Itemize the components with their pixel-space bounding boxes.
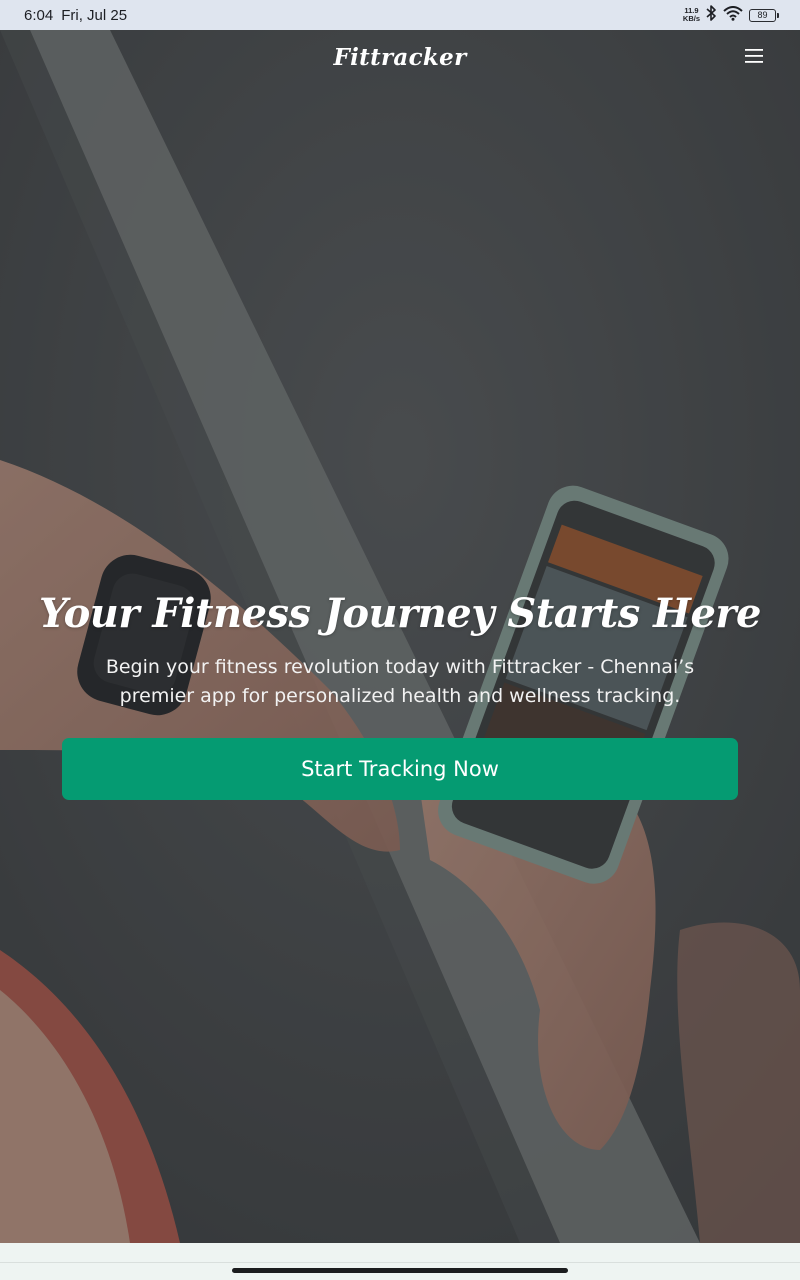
start-tracking-button[interactable]: Start Tracking Now <box>62 738 738 800</box>
hero-subtitle: Begin your fitness revolution today with… <box>105 656 695 707</box>
network-speed: 11.9 KB/s <box>683 7 700 23</box>
network-speed-unit: KB/s <box>682 14 700 23</box>
battery-icon: 89 <box>749 8 779 22</box>
hero-section: Fittracker Your Fitness Journey Starts H… <box>0 30 800 1243</box>
status-bar: 6:04 Fri, Jul 25 11.9 KB/s 89 <box>0 0 800 30</box>
battery-level: 89 <box>757 10 768 20</box>
status-date: Fri, Jul 25 <box>61 6 128 24</box>
hero-title: Your Fitness Journey Starts Here <box>39 590 761 637</box>
status-time: 6:04 <box>24 6 54 24</box>
hero-content: Your Fitness Journey Starts Here Begin y… <box>0 590 800 800</box>
bluetooth-icon <box>706 5 717 25</box>
brand-logo[interactable]: Fittracker <box>333 44 466 71</box>
top-navbar: Fittracker <box>0 30 800 84</box>
home-indicator[interactable] <box>232 1268 568 1273</box>
hamburger-menu-icon[interactable] <box>744 47 764 65</box>
status-icons: 11.9 KB/s 89 <box>683 5 779 25</box>
divider <box>0 1262 800 1263</box>
wifi-icon <box>723 5 743 25</box>
